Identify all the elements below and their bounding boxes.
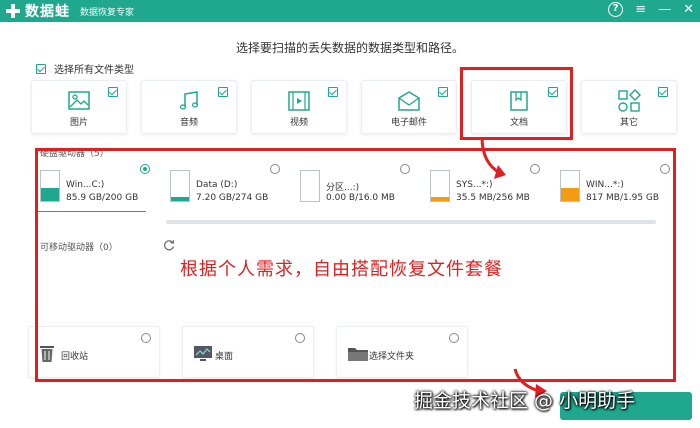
music-icon — [179, 91, 199, 110]
type-checkbox[interactable] — [218, 87, 228, 97]
annotation-text: 根据个人需求，自由搭配恢复文件套餐 — [180, 259, 503, 280]
help-button[interactable]: ? — [608, 2, 624, 17]
type-card-audio[interactable]: 音频 — [141, 80, 237, 134]
type-label: 视频 — [289, 118, 308, 128]
app-subtitle: 数据恢复专家 — [80, 7, 135, 18]
plus-logo-icon — [4, 2, 22, 20]
app-logo: 数据蛙 — [4, 1, 70, 21]
checkbox-icon[interactable] — [36, 63, 46, 74]
type-card-other[interactable]: 其它 — [581, 80, 677, 134]
type-checkbox[interactable] — [108, 87, 118, 97]
close-button[interactable]: ✕ — [683, 2, 694, 17]
watermark-text: 掘金技术社区 @ 小明助手 — [414, 390, 636, 412]
type-label: 图片 — [69, 118, 88, 128]
instruction-text: 选择要扫描的丢失数据的数据类型和路径。 — [235, 41, 464, 55]
image-icon — [68, 91, 90, 110]
file-type-list: 图片 音频 视频 电子邮件 文档 其它 — [31, 80, 677, 134]
email-icon — [398, 91, 420, 111]
title-bar: 数据蛙 数据恢复专家 ? ≡ — ✕ — [0, 0, 700, 22]
annotation-arrow-icon — [480, 136, 506, 179]
type-label: 音频 — [179, 118, 198, 128]
annotation-highlight-box — [460, 67, 573, 140]
type-checkbox[interactable] — [328, 87, 338, 97]
minimize-button[interactable]: — — [658, 2, 671, 17]
type-card-video[interactable]: 视频 — [251, 80, 347, 134]
app-name: 数据蛙 — [25, 4, 70, 20]
type-card-image[interactable]: 图片 — [31, 80, 127, 134]
menu-button[interactable]: ≡ — [635, 2, 646, 17]
video-icon — [288, 91, 310, 111]
type-label: 电子邮件 — [390, 118, 427, 128]
type-checkbox[interactable] — [658, 87, 668, 97]
select-all-label: 选择所有文件类型 — [54, 65, 134, 76]
type-checkbox[interactable] — [438, 87, 448, 97]
select-all-checkbox[interactable]: 选择所有文件类型 — [36, 61, 134, 76]
type-card-email[interactable]: 电子邮件 — [361, 80, 457, 134]
other-icon — [618, 89, 641, 112]
type-label: 其它 — [619, 118, 638, 128]
